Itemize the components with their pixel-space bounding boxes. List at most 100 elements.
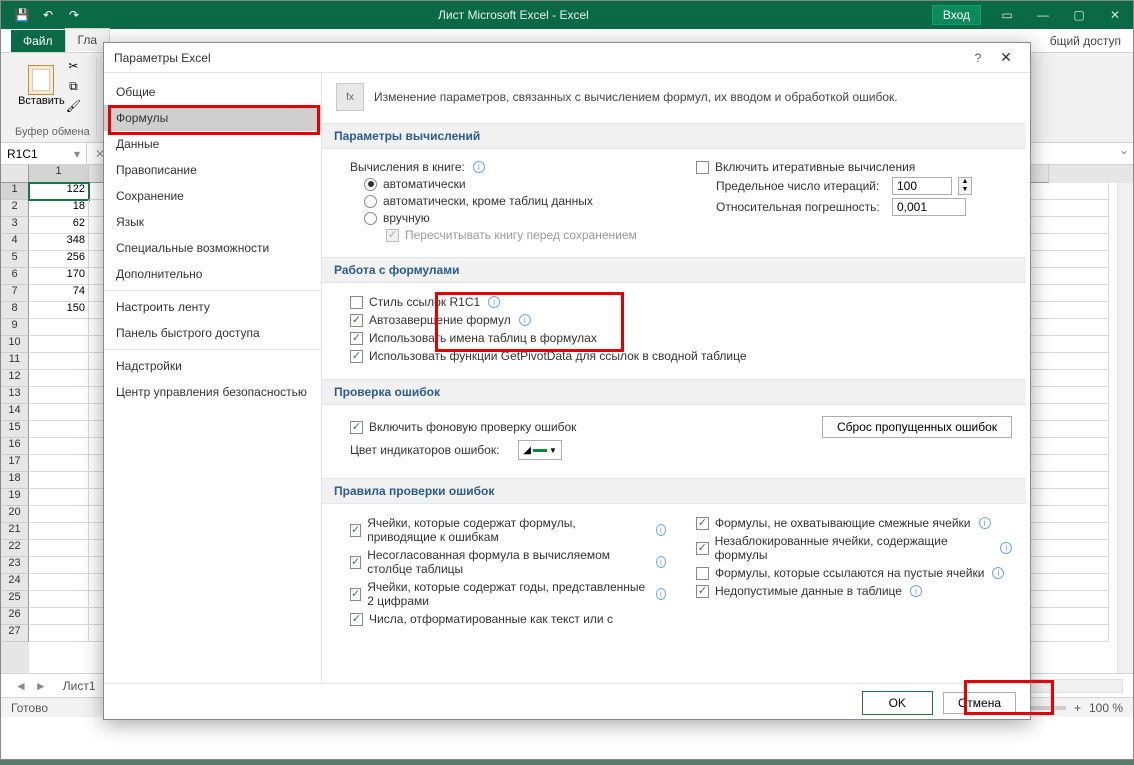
chk-getpivot[interactable]	[350, 350, 363, 363]
nav-general[interactable]: Общие	[104, 79, 321, 105]
cell[interactable]	[29, 455, 89, 472]
cell[interactable]	[29, 353, 89, 370]
radio-auto[interactable]	[364, 178, 377, 191]
row-header[interactable]: 26	[1, 608, 29, 625]
cell[interactable]	[29, 540, 89, 557]
chk-table-names[interactable]	[350, 332, 363, 345]
row-header[interactable]: 17	[1, 455, 29, 472]
info-icon[interactable]: i	[992, 567, 1004, 579]
format-painter-icon[interactable]: 🖌	[64, 97, 82, 115]
col-header[interactable]: 1	[29, 165, 89, 183]
tab-file[interactable]: Файл	[11, 30, 65, 52]
cell[interactable]: 256	[29, 251, 89, 268]
chk-rule4[interactable]	[350, 613, 363, 626]
cell[interactable]	[29, 472, 89, 489]
row-header[interactable]: 18	[1, 472, 29, 489]
chk-bg-errcheck[interactable]	[350, 421, 363, 434]
cell[interactable]: 74	[29, 285, 89, 302]
row-header[interactable]: 25	[1, 591, 29, 608]
cell[interactable]	[29, 523, 89, 540]
nav-addins[interactable]: Надстройки	[104, 353, 321, 379]
cut-icon[interactable]: ✂	[64, 57, 82, 75]
chk-rule7[interactable]	[696, 567, 709, 580]
row-header[interactable]: 9	[1, 319, 29, 336]
chk-rule5[interactable]	[696, 517, 709, 530]
select-all-corner[interactable]	[1, 165, 29, 183]
cell[interactable]	[29, 370, 89, 387]
cell[interactable]	[29, 438, 89, 455]
nav-proofing[interactable]: Правописание	[104, 157, 321, 183]
info-icon[interactable]: i	[656, 588, 666, 600]
row-header[interactable]: 13	[1, 387, 29, 404]
sheet-nav-prev[interactable]: ◄	[11, 679, 31, 693]
maximize-icon[interactable]: ▢	[1061, 1, 1097, 29]
chk-rule3[interactable]	[350, 588, 361, 601]
nav-qat[interactable]: Панель быстрого доступа	[104, 320, 321, 346]
row-header[interactable]: 3	[1, 217, 29, 234]
chk-rule8[interactable]	[696, 585, 709, 598]
chk-autocomplete[interactable]	[350, 314, 363, 327]
cell[interactable]	[29, 319, 89, 336]
row-header[interactable]: 2	[1, 200, 29, 217]
input-max-iter[interactable]	[892, 177, 952, 195]
row-header[interactable]: 10	[1, 336, 29, 353]
cell[interactable]: 150	[29, 302, 89, 319]
row-header[interactable]: 14	[1, 404, 29, 421]
zoom-in-icon[interactable]: +	[1074, 701, 1081, 715]
row-header[interactable]: 11	[1, 353, 29, 370]
ok-button[interactable]: OK	[862, 691, 933, 715]
share-link[interactable]: бщий доступ	[1038, 30, 1133, 52]
paste-button[interactable]: Вставить	[22, 59, 60, 114]
info-icon[interactable]: i	[473, 161, 485, 173]
row-header[interactable]: 6	[1, 268, 29, 285]
cell[interactable]	[29, 557, 89, 574]
minimize-icon[interactable]: —	[1025, 1, 1061, 29]
info-icon[interactable]: i	[1000, 542, 1012, 554]
nav-advanced[interactable]: Дополнительно	[104, 261, 321, 287]
row-header[interactable]: 27	[1, 625, 29, 642]
chk-r1c1[interactable]	[350, 296, 363, 309]
sheet-nav-next[interactable]: ►	[31, 679, 51, 693]
info-icon[interactable]: i	[519, 314, 531, 326]
row-header[interactable]: 20	[1, 506, 29, 523]
name-box[interactable]: R1C1▾	[1, 143, 87, 164]
nav-data[interactable]: Данные	[104, 131, 321, 157]
nav-ease[interactable]: Специальные возможности	[104, 235, 321, 261]
undo-icon[interactable]: ↶	[37, 4, 59, 26]
row-header[interactable]: 23	[1, 557, 29, 574]
save-icon[interactable]: 💾	[11, 4, 33, 26]
close-dialog-icon[interactable]: ✕	[992, 49, 1020, 66]
chk-rule6[interactable]	[696, 542, 709, 555]
info-icon[interactable]: i	[488, 296, 500, 308]
sheet-tab[interactable]: Лист1	[51, 676, 109, 696]
input-max-change[interactable]	[892, 198, 966, 216]
spinner-max-iter[interactable]: ▲▼	[958, 177, 972, 195]
row-header[interactable]: 4	[1, 234, 29, 251]
row-header[interactable]: 16	[1, 438, 29, 455]
cell[interactable]	[29, 506, 89, 523]
cell[interactable]	[29, 387, 89, 404]
info-icon[interactable]: i	[979, 517, 991, 529]
cancel-button[interactable]: Отмена	[943, 692, 1016, 714]
expand-formula-bar-icon[interactable]: ⌄	[1115, 143, 1133, 164]
radio-manual[interactable]	[364, 212, 377, 225]
chk-iterative[interactable]	[696, 161, 709, 174]
cell[interactable]	[29, 489, 89, 506]
chk-rule2[interactable]	[350, 556, 361, 569]
ribbon-options-icon[interactable]: ▭	[989, 1, 1025, 29]
nav-trust[interactable]: Центр управления безопасностью	[104, 379, 321, 405]
nav-customize-ribbon[interactable]: Настроить ленту	[104, 294, 321, 320]
row-header[interactable]: 24	[1, 574, 29, 591]
cell[interactable]	[29, 421, 89, 438]
row-header[interactable]: 21	[1, 523, 29, 540]
cell[interactable]: 348	[29, 234, 89, 251]
radio-auto-except[interactable]	[364, 195, 377, 208]
row-header[interactable]: 1	[1, 183, 29, 200]
cell[interactable]: 170	[29, 268, 89, 285]
cell[interactable]	[29, 574, 89, 591]
nav-language[interactable]: Язык	[104, 209, 321, 235]
login-button[interactable]: Вход	[932, 5, 981, 25]
chk-rule1[interactable]	[350, 524, 361, 537]
row-header[interactable]: 19	[1, 489, 29, 506]
cell[interactable]: 62	[29, 217, 89, 234]
